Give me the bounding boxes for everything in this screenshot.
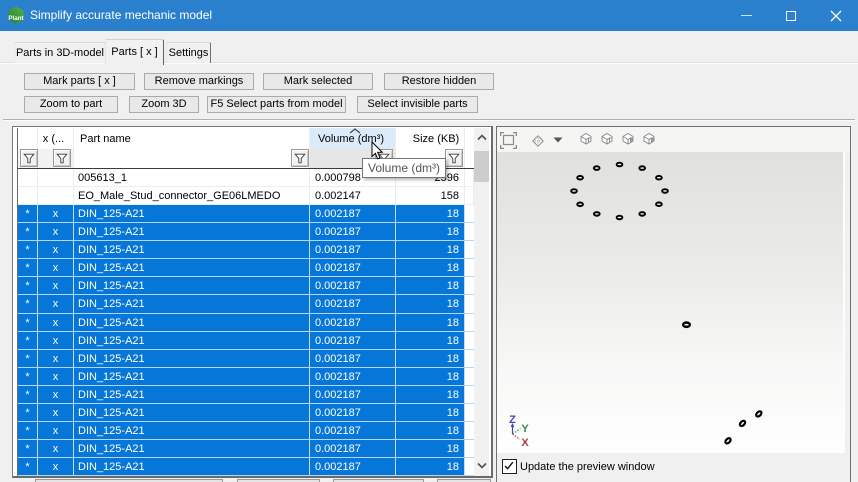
svg-text:X: X	[521, 437, 529, 449]
svg-text:Plant: Plant	[8, 15, 23, 22]
svg-text:Y: Y	[521, 423, 529, 435]
svg-text:Z: Z	[509, 414, 516, 426]
